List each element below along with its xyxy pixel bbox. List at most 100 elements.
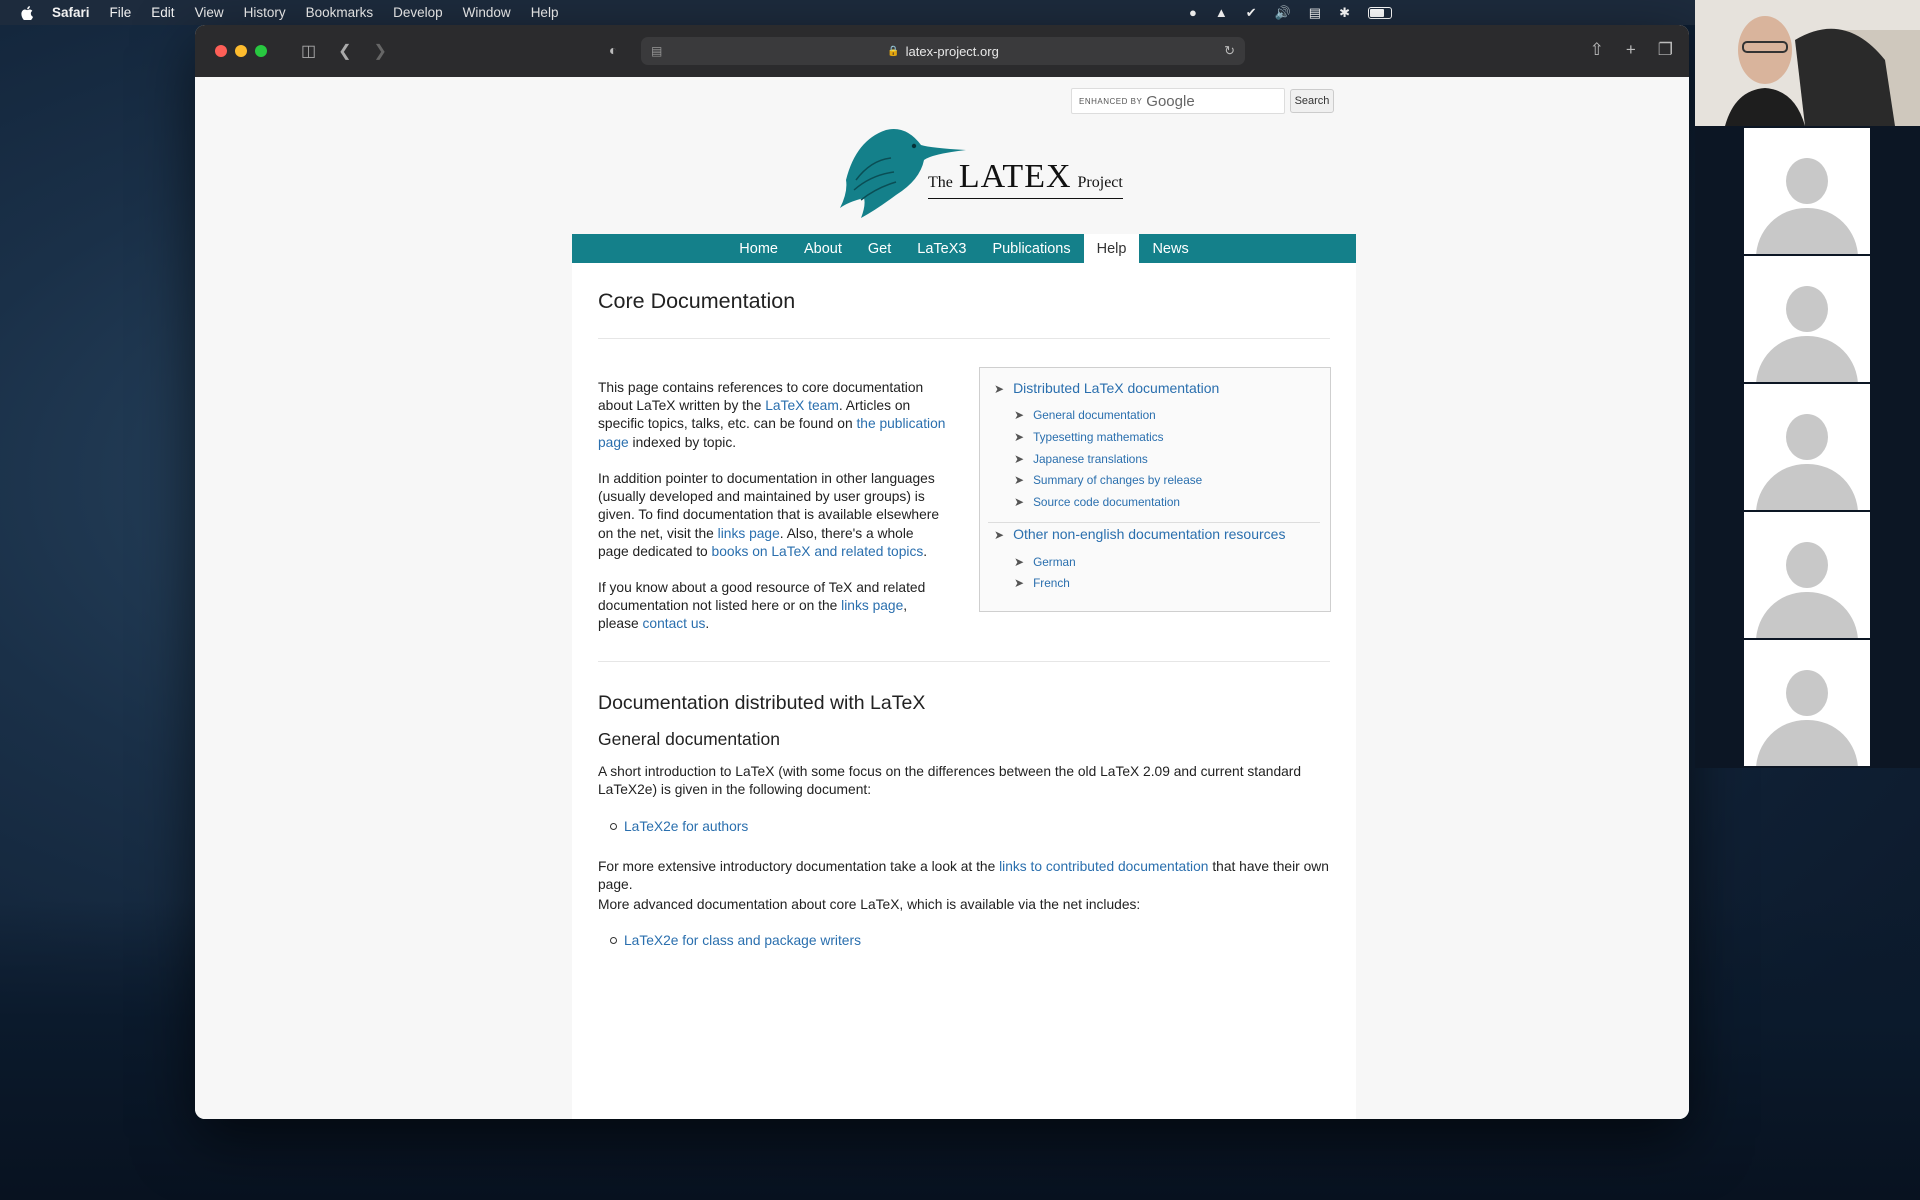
avatar-head xyxy=(1786,158,1828,204)
nav-get[interactable]: Get xyxy=(855,234,904,263)
avatar-head xyxy=(1786,414,1828,460)
latex2e-for-authors-link[interactable]: LaTeX2e for authors xyxy=(610,819,748,834)
reload-icon[interactable]: ↻ xyxy=(1224,43,1235,59)
arrow-icon: ➤ xyxy=(1014,473,1025,487)
arrow-icon: ➤ xyxy=(994,382,1005,396)
google-brand: Google xyxy=(1146,92,1195,110)
menu-history[interactable]: History xyxy=(244,5,286,20)
nav-help[interactable]: Help xyxy=(1083,234,1140,263)
toc-section-non-english[interactable]: ➤ Other non-english documentation resourc… xyxy=(994,526,1285,542)
toc-item[interactable]: ➤ French xyxy=(1014,576,1070,590)
subsection-title: General documentation xyxy=(598,729,780,749)
toc-divider xyxy=(988,522,1320,523)
avatar-head xyxy=(1786,670,1828,716)
contact-us-link[interactable]: contact us xyxy=(643,616,706,631)
display-icon[interactable]: ▤ xyxy=(1309,5,1321,21)
volume-icon[interactable]: 🔊 xyxy=(1275,5,1291,21)
arrow-icon: ➤ xyxy=(1014,408,1025,422)
new-tab-icon[interactable]: + xyxy=(1626,40,1636,60)
toc-section-distributed[interactable]: ➤ Distributed LaTeX documentation xyxy=(994,380,1219,396)
webcam-video xyxy=(1695,0,1920,126)
page-title: Core Documentation xyxy=(598,289,796,313)
menu-develop[interactable]: Develop xyxy=(393,5,443,20)
toc-item[interactable]: ➤ Japanese translations xyxy=(1014,452,1148,466)
nav-latex3[interactable]: LaTeX3 xyxy=(904,234,979,263)
nav-about[interactable]: About xyxy=(791,234,855,263)
divider xyxy=(598,338,1330,339)
intro-paragraph-3: If you know about a good resource of TeX… xyxy=(598,580,926,632)
menu-edit[interactable]: Edit xyxy=(151,5,174,20)
person-video-image xyxy=(1695,0,1920,126)
web-page: ENHANCED BY Google Search The LATEX Projec… xyxy=(195,77,1689,1119)
menu-window[interactable]: Window xyxy=(463,5,511,20)
tab-overview-icon[interactable]: ❐ xyxy=(1658,40,1673,60)
arrow-icon: ➤ xyxy=(1014,576,1025,590)
share-icon[interactable]: ⇧ xyxy=(1590,40,1604,60)
avatar-body xyxy=(1756,592,1858,638)
menu-help[interactable]: Help xyxy=(531,5,559,20)
participant-tile[interactable] xyxy=(1744,640,1870,766)
avatar-head xyxy=(1786,286,1828,332)
books-link[interactable]: books on LaTeX and related topics xyxy=(712,544,924,559)
contributed-doc-link[interactable]: links to contributed documentation xyxy=(999,859,1208,874)
status-icons: ● ▲ ✔ 🔊 ▤ ✱ xyxy=(1189,0,1392,25)
toc-item[interactable]: ➤ Typesetting mathematics xyxy=(1014,430,1164,444)
nav-home[interactable]: Home xyxy=(726,234,791,263)
participant-tile[interactable] xyxy=(1744,512,1870,638)
google-search-input[interactable]: ENHANCED BY Google xyxy=(1071,88,1285,114)
arrow-icon: ➤ xyxy=(1014,555,1025,569)
participant-tile[interactable] xyxy=(1744,128,1870,254)
contributed-doc-paragraph: For more extensive introductory document… xyxy=(598,859,1329,893)
participant-tile[interactable] xyxy=(1744,384,1870,510)
nav-news[interactable]: News xyxy=(1139,234,1201,263)
apple-icon[interactable] xyxy=(20,5,34,20)
sidebar-toggle-icon[interactable]: ◫ xyxy=(301,41,316,61)
avatar-head xyxy=(1786,542,1828,588)
forward-icon[interactable]: ❯ xyxy=(374,41,387,61)
toc-item[interactable]: ➤ General documentation xyxy=(1014,408,1156,422)
window-controls xyxy=(215,45,267,57)
arrow-icon: ➤ xyxy=(1014,495,1025,509)
safari-window: ◫ ❮ ❯ ◐ ▤ 🔒 latex-project.org ↻ ⇧ + ❐ EN… xyxy=(195,25,1689,1119)
toolbar-right: ⇧ + ❐ xyxy=(1590,40,1673,60)
search-button[interactable]: Search xyxy=(1290,89,1334,113)
skype-icon[interactable]: ● xyxy=(1189,5,1197,20)
participant-tile[interactable] xyxy=(1744,256,1870,382)
links-page-link[interactable]: links page xyxy=(718,526,780,541)
general-doc-paragraph: A short introduction to LaTeX (with some… xyxy=(598,764,1302,798)
toc-item[interactable]: ➤ Summary of changes by release xyxy=(1014,473,1202,487)
privacy-shield-icon[interactable]: ◐ xyxy=(609,42,617,58)
menu-bookmarks[interactable]: Bookmarks xyxy=(306,5,374,20)
zoom-window-button[interactable] xyxy=(255,45,267,57)
menu-file[interactable]: File xyxy=(110,5,132,20)
back-icon[interactable]: ❮ xyxy=(338,41,351,61)
avatar-body xyxy=(1756,464,1858,510)
logo-text: The LATEX Project xyxy=(928,158,1123,199)
avatar-body xyxy=(1756,336,1858,382)
lock-icon: 🔒 xyxy=(887,45,900,57)
url-text: latex-project.org xyxy=(905,43,999,59)
arrow-icon: ➤ xyxy=(1014,452,1025,466)
links-page-link-2[interactable]: links page xyxy=(841,598,903,613)
flame-icon[interactable]: ▲ xyxy=(1215,5,1228,20)
nav-publications[interactable]: Publications xyxy=(979,234,1083,263)
menu-safari[interactable]: Safari xyxy=(52,5,90,20)
latex-team-link[interactable]: LaTeX team xyxy=(765,398,839,413)
class-package-writers-link[interactable]: LaTeX2e for class and package writers xyxy=(610,933,861,948)
bluetooth-icon[interactable]: ✱ xyxy=(1339,5,1350,21)
battery-icon[interactable] xyxy=(1368,6,1392,19)
section-title: Documentation distributed with LaTeX xyxy=(598,692,926,714)
toc-item[interactable]: ➤ German xyxy=(1014,555,1076,569)
latex-project-logo[interactable]: The LATEX Project xyxy=(836,120,1123,220)
check-icon[interactable]: ✔ xyxy=(1246,5,1257,21)
reader-icon[interactable]: ▤ xyxy=(651,44,662,58)
content-area: Core Documentation This page contains re… xyxy=(572,263,1356,1119)
advanced-doc-paragraph: More advanced documentation about core L… xyxy=(598,897,1141,912)
arrow-icon: ➤ xyxy=(1014,430,1025,444)
address-bar[interactable]: ▤ 🔒 latex-project.org ↻ xyxy=(641,37,1245,65)
intro-paragraph-1: This page contains references to core do… xyxy=(598,380,946,450)
minimize-window-button[interactable] xyxy=(235,45,247,57)
menu-view[interactable]: View xyxy=(195,5,224,20)
toc-item[interactable]: ➤ Source code documentation xyxy=(1014,495,1180,509)
close-window-button[interactable] xyxy=(215,45,227,57)
